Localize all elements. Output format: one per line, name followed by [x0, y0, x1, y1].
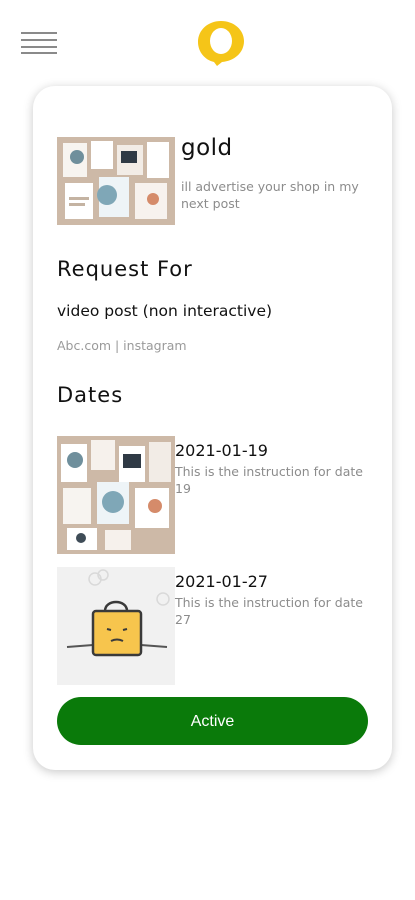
date-item[interactable]: 2021-01-19 This is the instruction for d… [57, 436, 377, 554]
hamburger-menu-icon[interactable] [21, 31, 57, 55]
offer-title: gold [181, 135, 233, 161]
date-instruction: This is the instruction for date 27 [175, 595, 363, 627]
offer-description: ill advertise your shop in my next post [181, 179, 359, 211]
date-instruction: This is the instruction for date 19 [175, 464, 363, 496]
offer-thumbnail [57, 137, 175, 225]
date-label: 2021-01-27 [175, 572, 268, 591]
request-target: Abc.com | instagram [57, 338, 187, 353]
campaign-card: gold ill advertise your shop in my next … [33, 86, 392, 770]
date-item[interactable]: 2021-01-27 This is the instruction for d… [57, 567, 377, 685]
logo-icon [196, 19, 246, 67]
request-heading: Request For [57, 257, 193, 281]
page: gold ill advertise your shop in my next … [0, 0, 415, 900]
date-label: 2021-01-19 [175, 441, 268, 460]
active-status-button[interactable]: Active [57, 697, 368, 745]
date-thumbnail [57, 436, 175, 554]
dates-heading: Dates [57, 383, 124, 407]
empty-bag-thumbnail [57, 567, 175, 685]
request-type: video post (non interactive) [57, 302, 273, 320]
